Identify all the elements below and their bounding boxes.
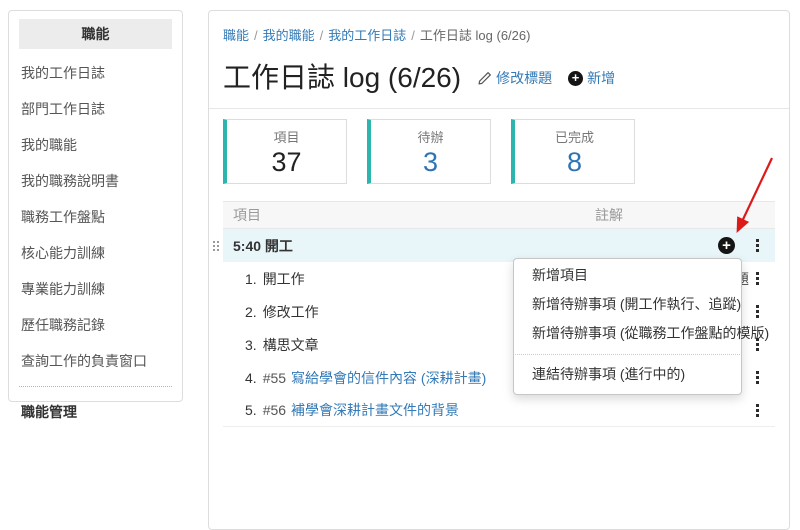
plus-circle-icon — [568, 71, 583, 86]
stat-cards: 項目 37 待辦 3 已完成 8 — [223, 119, 775, 184]
stat-card-done: 已完成 8 — [511, 119, 635, 184]
breadcrumb-link-competency[interactable]: 職能 — [223, 28, 249, 43]
table-header: 項目 註解 — [223, 201, 775, 229]
title-divider — [209, 108, 789, 109]
menu-item-add-todo-exec-track[interactable]: 新增待辦事項 (開工作執行、追蹤) — [514, 293, 741, 316]
stat-value: 37 — [227, 146, 346, 178]
breadcrumb-separator: / — [320, 28, 324, 43]
add-item-button[interactable] — [718, 237, 735, 254]
stat-label: 已完成 — [515, 127, 634, 146]
add-item-dropdown-menu: 新增項目 新增待辦事項 (開工作執行、追蹤) 新增待辦事項 (從職務工作盤點的模… — [513, 258, 742, 395]
stat-card-todo: 待辦 3 — [367, 119, 491, 184]
row-prefix: #55 — [263, 370, 286, 386]
sidebar-header: 職能 — [19, 19, 172, 49]
breadcrumb: 職能 / 我的職能 / 我的工作日誌 / 工作日誌 log (6/26) — [223, 25, 775, 44]
menu-divider — [515, 354, 740, 355]
menu-item-add-todo-from-template[interactable]: 新增待辦事項 (從職務工作盤點的模版) — [514, 322, 741, 345]
edit-title-label: 修改標題 — [496, 68, 552, 88]
row-number: 3. — [245, 337, 257, 353]
breadcrumb-separator: / — [254, 28, 258, 43]
row-number: 4. — [245, 370, 257, 386]
breadcrumb-current: 工作日誌 log (6/26) — [420, 28, 531, 43]
sidebar-item-dept-work-log[interactable]: 部門工作日誌 — [19, 91, 172, 127]
column-header-notes: 註解 — [595, 205, 623, 225]
breadcrumb-link-my-work-log[interactable]: 我的工作日誌 — [328, 28, 406, 43]
menu-item-add-item[interactable]: 新增項目 — [514, 264, 741, 287]
column-header-items: 項目 — [233, 205, 595, 225]
row-text: 開工作 — [263, 269, 305, 289]
breadcrumb-separator: / — [411, 28, 415, 43]
stat-label: 項目 — [227, 127, 346, 146]
kebab-menu-icon[interactable] — [752, 369, 763, 386]
menu-item-link-todo-in-progress[interactable]: 連結待辦事項 (進行中的) — [514, 363, 741, 386]
row-text: 修改工作 — [263, 302, 319, 322]
drag-handle-icon[interactable] — [213, 241, 215, 243]
kebab-menu-icon[interactable] — [752, 237, 763, 254]
sidebar-divider — [19, 386, 172, 387]
add-button[interactable]: 新增 — [568, 68, 615, 88]
row-number: 5. — [245, 402, 257, 418]
row-text: 構思文章 — [263, 335, 319, 355]
edit-title-button[interactable]: 修改標題 — [477, 68, 552, 88]
sidebar-item-competency-management[interactable]: 職能管理 — [19, 394, 172, 430]
sidebar-item-my-competency[interactable]: 我的職能 — [19, 127, 172, 163]
sidebar-item-my-job-description[interactable]: 我的職務說明書 — [19, 163, 172, 199]
sidebar-item-professional-training[interactable]: 專業能力訓練 — [19, 271, 172, 307]
kebab-menu-icon[interactable] — [752, 270, 763, 287]
stat-label: 待辦 — [371, 127, 490, 146]
row-link[interactable]: 補學會深耕計畫文件的背景 — [291, 400, 459, 420]
stat-card-items: 項目 37 — [223, 119, 347, 184]
group-row-title: 5:40 開工 — [233, 236, 293, 256]
row-link[interactable]: 寫給學會的信件內容 (深耕計畫) — [291, 368, 486, 388]
page-title: 工作日誌 log (6/26) — [223, 59, 461, 97]
row-number: 1. — [245, 271, 257, 287]
table-row: 5. #56 補學會深耕計畫文件的背景 — [223, 394, 775, 427]
sidebar-item-job-task-inventory[interactable]: 職務工作盤點 — [19, 199, 172, 235]
row-number: 2. — [245, 304, 257, 320]
sidebar-menu: 我的工作日誌 部門工作日誌 我的職能 我的職務說明書 職務工作盤點 核心能力訓練… — [19, 55, 172, 379]
kebab-menu-icon[interactable] — [752, 303, 763, 320]
sidebar-item-query-work-contact[interactable]: 查詢工作的負責窗口 — [19, 343, 172, 379]
row-prefix: #56 — [263, 402, 286, 418]
kebab-menu-icon[interactable] — [752, 402, 763, 419]
add-label: 新增 — [587, 68, 615, 88]
title-row: 工作日誌 log (6/26) 修改標題 新增 — [223, 59, 775, 97]
breadcrumb-link-my-competency[interactable]: 我的職能 — [263, 28, 315, 43]
pencil-icon — [477, 71, 492, 86]
sidebar-item-core-skill-training[interactable]: 核心能力訓練 — [19, 235, 172, 271]
sidebar-item-past-position-records[interactable]: 歷任職務記錄 — [19, 307, 172, 343]
stat-value: 3 — [371, 146, 490, 178]
sidebar-item-my-work-log[interactable]: 我的工作日誌 — [19, 55, 172, 91]
sidebar: 職能 我的工作日誌 部門工作日誌 我的職能 我的職務說明書 職務工作盤點 核心能… — [8, 10, 183, 402]
stat-value: 8 — [515, 146, 634, 178]
